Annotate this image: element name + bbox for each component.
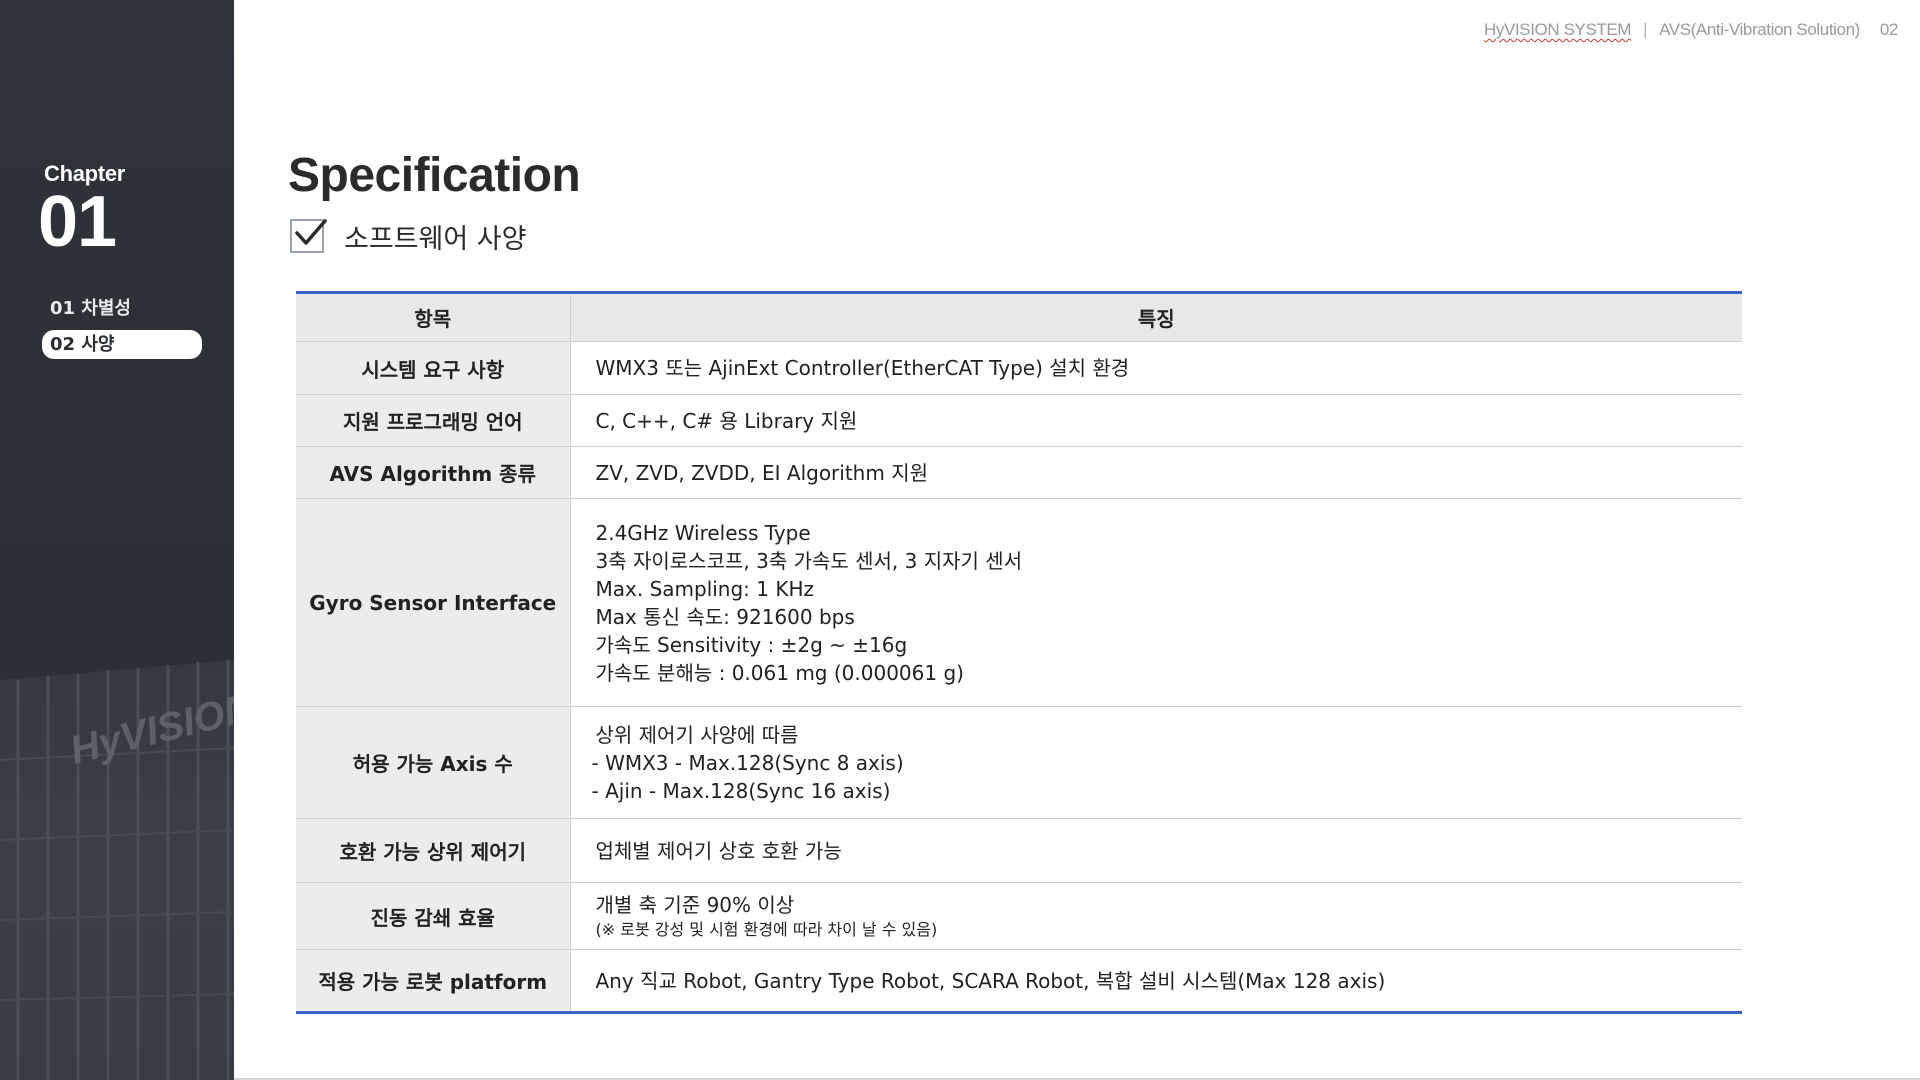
value-line: 3축 자이로스코프, 3축 가속도 센서, 3 지자기 센서 [595, 548, 1023, 573]
row-value: Any 직교 Robot, Gantry Type Robot, SCARA R… [570, 950, 1742, 1013]
header-separator: | [1643, 20, 1648, 39]
header-item: 항목 [296, 292, 571, 342]
sidebar-item-specification[interactable]: 02 사양 [42, 330, 202, 359]
row-label: 진동 감쇄 효율 [296, 882, 571, 950]
row-label: 호환 가능 상위 제어기 [296, 818, 571, 883]
header-page-number: 02 [1879, 20, 1899, 39]
row-value: ZV, ZVD, ZVDD, EI Algorithm 지원 [570, 446, 1742, 499]
table-row: 적용 가능 로봇 platform Any 직교 Robot, Gantry T… [296, 949, 1742, 1013]
value-line: ZV, ZVD, ZVDD, EI Algorithm 지원 [595, 460, 929, 485]
table-row: 호환 가능 상위 제어기 업체별 제어기 상호 호환 가능 [296, 818, 1742, 883]
header-brand: HyVISION SYSTEM [1484, 20, 1632, 39]
chapter-number: 01 [38, 182, 117, 262]
sidebar-item-differentiation[interactable]: 01 차별성 [42, 294, 202, 323]
value-note: (※ 로봇 강성 및 시험 환경에 따라 차이 날 수 있음) [595, 920, 938, 939]
table-header-row: 항목 특징 [296, 292, 1742, 342]
value-line: 가속도 Sensitivity : ±2g ~ ±16g [595, 632, 908, 657]
table-row: Gyro Sensor Interface 2.4GHz Wireless Ty… [296, 498, 1742, 707]
value-line: Max 통신 속도: 921600 bps [595, 604, 855, 629]
spec-table: 항목 특징 시스템 요구 사항 WMX3 또는 AjinExt Controll… [296, 291, 1742, 1014]
table-row: 진동 감쇄 효율 개별 축 기준 90% 이상 (※ 로봇 강성 및 시험 환경… [296, 882, 1742, 950]
value-line: C, C++, C# 용 Library 지원 [595, 408, 858, 433]
table-row: 시스템 요구 사항 WMX3 또는 AjinExt Controller(Eth… [296, 341, 1742, 395]
table-row: 지원 프로그래밍 언어 C, C++, C# 용 Library 지원 [296, 394, 1742, 447]
value-line: WMX3 또는 AjinExt Controller(EtherCAT Type… [595, 356, 1130, 380]
building-photo: HyVISION [0, 640, 234, 1080]
header-product: AVS(Anti-Vibration Solution) [1659, 20, 1860, 39]
value-line: 가속도 분해능 : 0.061 mg (0.000061 g) [595, 660, 964, 685]
value-line: 업체별 제어기 상호 호환 가능 [595, 838, 842, 863]
value-line: 개별 축 기준 90% 이상 [595, 893, 795, 917]
row-value: WMX3 또는 AjinExt Controller(EtherCAT Type… [570, 341, 1742, 395]
row-value: 업체별 제어기 상호 호환 가능 [570, 818, 1742, 883]
subtitle-text: 소프트웨어 사양 [344, 223, 527, 255]
page-title: Specification [288, 149, 581, 202]
row-label: AVS Algorithm 종류 [296, 446, 571, 499]
row-label: 허용 가능 Axis 수 [296, 706, 571, 819]
table-row: 허용 가능 Axis 수 상위 제어기 사양에 따름 - WMX3 - Max.… [296, 706, 1742, 819]
value-line: - Ajin - Max.128(Sync 16 axis) [591, 778, 891, 803]
row-value: 2.4GHz Wireless Type 3축 자이로스코프, 3축 가속도 센… [570, 498, 1742, 707]
value-line: - WMX3 - Max.128(Sync 8 axis) [591, 750, 904, 775]
row-label: 적용 가능 로봇 platform [296, 949, 571, 1013]
row-label: 시스템 요구 사항 [296, 341, 571, 395]
value-line: 상위 제어기 사양에 따름 [595, 722, 799, 747]
value-line: 2.4GHz Wireless Type [595, 520, 811, 545]
value-line: Max. Sampling: 1 KHz [595, 576, 815, 601]
row-label: 지원 프로그래밍 언어 [296, 394, 571, 447]
checkbox-checked-icon [290, 219, 327, 253]
row-label: Gyro Sensor Interface [296, 498, 571, 707]
sidebar: Chapter 01 01 차별성 02 사양 HyVISION [0, 0, 234, 1080]
table-row: AVS Algorithm 종류 ZV, ZVD, ZVDD, EI Algor… [296, 446, 1742, 499]
row-value: C, C++, C# 용 Library 지원 [570, 394, 1742, 447]
header-feature: 특징 [570, 292, 1742, 342]
section-subtitle: 소프트웨어 사양 [290, 218, 527, 255]
value-line: Any 직교 Robot, Gantry Type Robot, SCARA R… [595, 968, 1386, 993]
header-breadcrumb: HyVISION SYSTEM | AVS(Anti-Vibration Solut… [1484, 20, 1898, 40]
row-value: 상위 제어기 사양에 따름 - WMX3 - Max.128(Sync 8 ax… [570, 706, 1742, 819]
row-value: 개별 축 기준 90% 이상 (※ 로봇 강성 및 시험 환경에 따라 차이 날… [570, 882, 1742, 950]
